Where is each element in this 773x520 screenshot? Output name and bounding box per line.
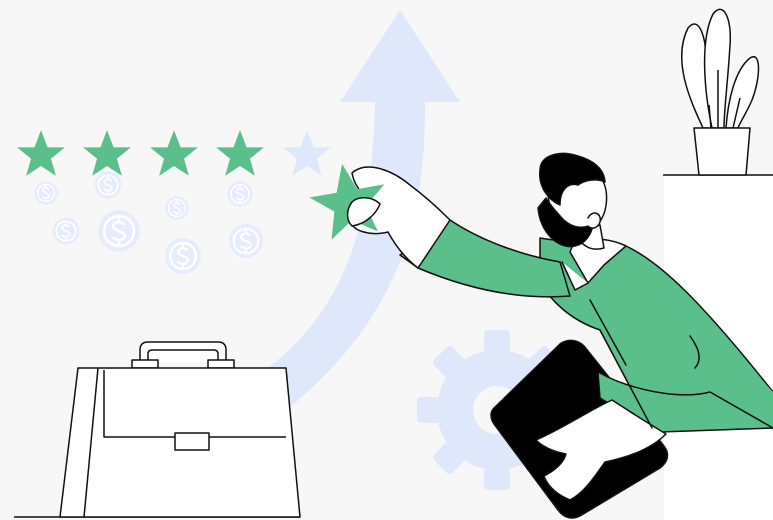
ear [587, 212, 601, 229]
dollar-coin-icon [97, 209, 141, 253]
rating-illustration [0, 0, 773, 520]
dollar-coin-icon [164, 195, 190, 221]
dollar-coin-icon [226, 180, 254, 208]
dollar-coin-icon [227, 222, 265, 260]
briefcase-icon [59, 341, 301, 518]
dollar-coin-icon [51, 216, 81, 246]
dollar-coin-icon [163, 236, 203, 276]
illustration-canvas [0, 0, 773, 520]
dollar-coin-icon [33, 180, 59, 206]
dollar-coin-icon [93, 170, 123, 200]
